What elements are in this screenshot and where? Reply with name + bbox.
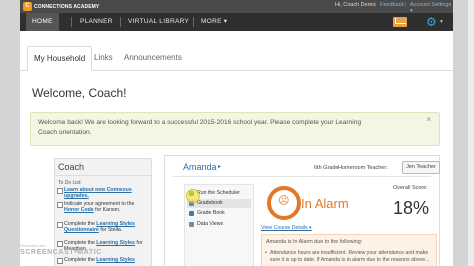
nav-divider xyxy=(71,17,72,27)
page-title: Welcome, Coach! xyxy=(32,86,127,100)
coach-title: Coach xyxy=(58,162,85,172)
welcome-notice: Welcome back! We are looking forward to … xyxy=(30,112,440,146)
todo-text: Complete the xyxy=(64,221,97,227)
page: C CONNECTIONS ACADEMY Hi, Coach Demo | F… xyxy=(20,0,453,266)
mail-icon[interactable] xyxy=(393,17,407,27)
divider xyxy=(55,175,151,176)
scrollbar[interactable] xyxy=(468,0,474,266)
student-panel: Amanda ▸ 6th Grade Homeroom Teacher: Jen… xyxy=(164,155,440,266)
alarm-status-icon: ☹ xyxy=(267,186,301,220)
divider xyxy=(173,176,431,177)
logo[interactable]: C CONNECTIONS ACADEMY xyxy=(23,1,99,12)
watermark-logo: SCREENCAST•MATIC xyxy=(20,249,102,256)
nav-home[interactable]: HOME xyxy=(26,13,59,31)
teacher-button[interactable]: Jen Teacher xyxy=(402,161,440,174)
todo-checkbox[interactable] xyxy=(57,202,63,208)
household-tabs: My Household Links Announcements xyxy=(20,46,453,71)
bullet-icon: • xyxy=(265,250,267,256)
homeroom-label: Homeroom Teacher: xyxy=(338,165,388,171)
todo-link[interactable]: Learn about new Connexus upgrades. xyxy=(64,187,132,199)
todo-checkbox[interactable] xyxy=(57,222,63,228)
todo-header: To Do List: xyxy=(58,180,82,186)
todo-text: Indicate your agreement to the xyxy=(64,201,135,207)
tab-announcements[interactable]: Announcements xyxy=(124,46,182,69)
notice-text: Welcome back! We are looking forward to … xyxy=(38,119,362,136)
alarm-info-box: Amanda is In Alarm due to the following:… xyxy=(261,234,437,266)
nav-virtual-library[interactable]: VIRTUAL LIBRARY xyxy=(128,13,189,31)
chevron-down-icon[interactable]: ▼ xyxy=(439,19,444,25)
tab-links[interactable]: Links xyxy=(94,46,113,69)
score-label: Overall Score: xyxy=(393,185,428,191)
close-icon[interactable]: × xyxy=(426,115,431,124)
alarm-reason-text: • Attendance hours are insufficient. Rev… xyxy=(265,250,430,263)
nav-divider xyxy=(120,17,121,27)
chevron-right-icon[interactable]: ▸ xyxy=(218,163,221,170)
util-divider: | xyxy=(375,2,377,8)
alarm-reason-heading: Amanda is In Alarm due to the following: xyxy=(266,239,363,245)
tab-my-household[interactable]: My Household xyxy=(27,46,93,71)
todo-link[interactable]: Learning Styles xyxy=(96,257,135,263)
nav-more[interactable]: MORE ▾ xyxy=(201,13,227,31)
cursor-highlight xyxy=(186,189,200,203)
greeting-text: Hi, Coach Demo xyxy=(335,2,376,8)
score-value: 18% xyxy=(393,198,430,218)
top-bar: C CONNECTIONS ACADEMY Hi, Coach Demo | F… xyxy=(20,0,453,14)
status-text: In Alarm xyxy=(301,196,349,211)
view-course-details-link[interactable]: View Course Details ▾ xyxy=(261,225,312,231)
menu-item-grade-book[interactable]: Grade Book xyxy=(187,209,251,218)
todo-text: for Karson. xyxy=(93,207,121,214)
nav-divider xyxy=(193,17,194,27)
sad-face-icon: ☹ xyxy=(278,195,290,207)
menu-item-data-views[interactable]: Data Views xyxy=(187,220,251,229)
main-nav: HOME PLANNER VIRTUAL LIBRARY MORE ▾ xyxy=(20,13,453,31)
grade-label: 6th Grade xyxy=(314,165,339,171)
gear-icon[interactable]: ⚙ xyxy=(426,16,437,28)
book-icon xyxy=(189,211,194,216)
util-divider: | xyxy=(405,2,407,8)
chart-icon xyxy=(189,222,194,227)
logo-icon: C xyxy=(23,2,32,11)
logo-text: CONNECTIONS ACADEMY xyxy=(34,3,100,10)
todo-checkbox[interactable] xyxy=(57,188,63,194)
todo-link[interactable]: Learning Styles xyxy=(96,240,135,246)
watermark-small: Recorded with xyxy=(20,243,46,248)
student-name[interactable]: Amanda xyxy=(183,162,217,172)
todo-text: for Stella. xyxy=(98,227,123,234)
watermark: Recorded with SCREENCAST•MATIC xyxy=(20,243,102,266)
feedback-link[interactable]: Feedback xyxy=(380,2,404,8)
nav-planner[interactable]: PLANNER xyxy=(80,13,113,31)
todo-link[interactable]: Honor Code xyxy=(64,207,94,213)
